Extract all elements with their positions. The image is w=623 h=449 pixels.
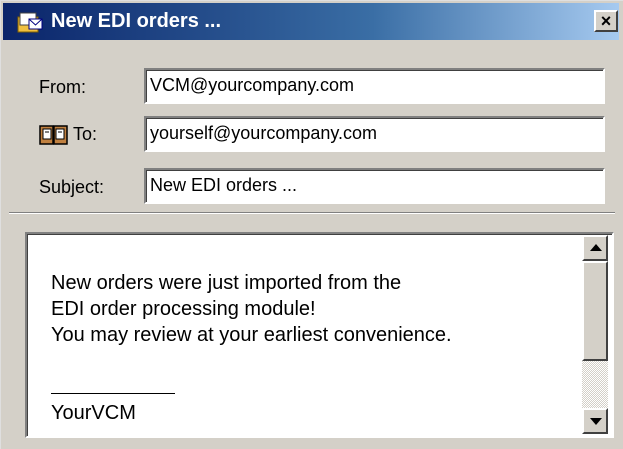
header-divider [9,212,615,214]
vertical-scrollbar[interactable] [582,235,608,434]
signature: YourVCM [51,402,136,424]
from-field[interactable]: VCM@yourcompany.com [144,68,605,104]
arrow-down-icon [590,418,602,425]
arrow-up-icon [590,244,602,251]
subject-field[interactable]: New EDI orders ... [144,168,605,204]
from-label: From: [39,77,86,97]
message-line: You may review at your earliest convenie… [51,324,452,346]
window-title: New EDI orders ... [51,10,222,32]
scroll-up-button[interactable] [582,235,608,261]
close-button[interactable]: × [594,10,618,32]
envelope-folder-icon [17,12,43,33]
address-book-icon[interactable] [39,124,69,146]
to-field[interactable]: yourself@yourcompany.com [144,116,605,152]
subject-label: Subject: [39,177,105,197]
scroll-down-button[interactable] [582,408,608,434]
to-label: To: [73,124,98,144]
message-body[interactable]: New orders were just imported from the E… [25,232,614,438]
email-window: New EDI orders ... × From: VCM@yourcompa… [0,0,623,449]
message-line: EDI order processing module! [51,298,316,320]
scroll-thumb[interactable] [582,261,608,361]
signature-separator [51,393,175,394]
message-line: New orders were just imported from the [51,272,402,294]
close-icon: × [600,11,612,31]
message-text: New orders were just imported from the E… [51,270,571,348]
title-bar[interactable]: New EDI orders ... × [3,3,619,40]
